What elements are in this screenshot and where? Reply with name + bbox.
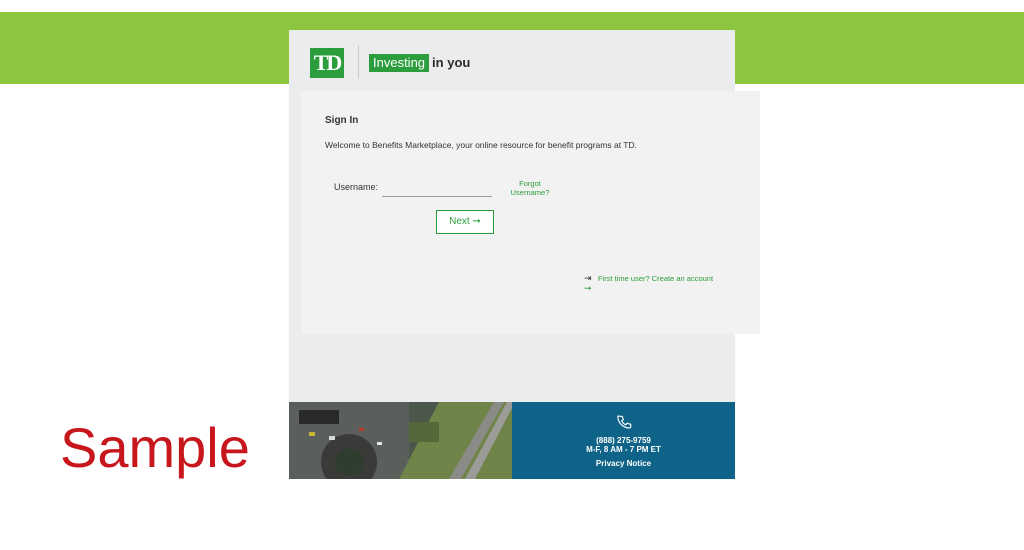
phone-icon	[617, 415, 632, 429]
welcome-text: Welcome to Benefits Marketplace, your on…	[325, 140, 637, 150]
signin-title: Sign In	[325, 115, 359, 126]
logo-divider	[358, 45, 359, 79]
tagline: Investing in you	[369, 54, 470, 72]
username-label: Username:	[334, 182, 379, 192]
next-button-label: Next	[449, 216, 470, 227]
forgot-username-link[interactable]: Forgot Username?	[504, 179, 556, 197]
aerial-photo	[289, 402, 512, 479]
arrow-right-icon: ➞	[584, 283, 592, 293]
arrow-right-icon: ➞	[472, 216, 481, 227]
sample-watermark: Sample	[60, 416, 250, 479]
contact-block: (888) 275-9759 M-F, 8 AM - 7 PM ET Priva…	[512, 402, 735, 479]
next-button[interactable]: Next ➞	[436, 210, 494, 234]
privacy-notice-link[interactable]: Privacy Notice	[512, 459, 735, 468]
page-header: TD Investing in you	[289, 30, 735, 91]
username-input[interactable]	[382, 179, 492, 197]
aerial-photo-graphic	[289, 402, 512, 479]
create-account-label: First time user? Create an account	[598, 274, 714, 283]
login-page-frame: TD Investing in you Sign In Welcome to Be…	[289, 30, 760, 479]
tagline-rest: in you	[432, 55, 471, 70]
td-logo[interactable]: TD	[310, 48, 344, 78]
page-footer: (888) 275-9759 M-F, 8 AM - 7 PM ET Priva…	[289, 402, 735, 479]
support-hours: M-F, 8 AM - 7 PM ET	[586, 445, 661, 454]
create-account-link[interactable]: ⇥ First time user? Create an account ➞	[584, 273, 744, 293]
signin-panel: Sign In Welcome to Benefits Marketplace,…	[301, 91, 760, 334]
phone-number[interactable]: (888) 275-9759	[512, 436, 735, 445]
tagline-highlight: Investing	[369, 54, 430, 72]
